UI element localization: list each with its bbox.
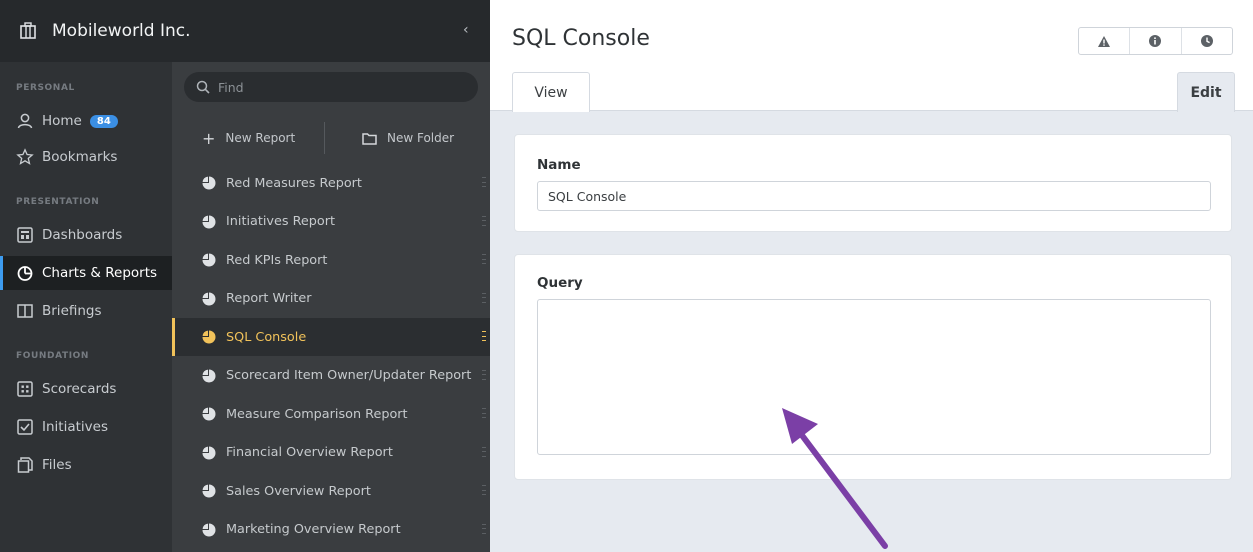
report-item[interactable]: Sales Overview Report xyxy=(172,472,490,510)
folder-icon xyxy=(362,132,377,145)
building-icon xyxy=(18,21,38,41)
report-item[interactable]: Red KPIs Report xyxy=(172,241,490,279)
plus-icon: + xyxy=(202,128,216,148)
nav-item-label: Bookmarks xyxy=(42,149,118,165)
nav-item-label: Home xyxy=(42,113,82,129)
reports-list-panel: Find + New Report New Folder Red Measure… xyxy=(172,62,490,552)
pie-chart-icon xyxy=(202,292,216,306)
new-report-label: New Report xyxy=(225,131,296,145)
new-folder-button[interactable]: New Folder xyxy=(362,131,454,145)
list-actions-bar: + New Report New Folder xyxy=(172,118,490,158)
query-label: Query xyxy=(537,275,583,291)
nav-item-label: Charts & Reports xyxy=(42,265,158,281)
nav-item-label: Dashboards xyxy=(42,227,123,243)
nav-item-label: Briefings xyxy=(42,303,102,319)
name-field[interactable] xyxy=(537,181,1211,211)
report-item-label: Measure Comparison Report xyxy=(226,406,408,422)
report-item[interactable]: Red Measures Report xyxy=(172,164,490,202)
report-item[interactable]: Scorecard Item Owner/Updater Report xyxy=(172,357,490,395)
nav-section-presentation: PRESENTATION xyxy=(16,197,100,207)
pie-chart-icon xyxy=(202,484,216,498)
pie-chart-icon xyxy=(202,523,216,537)
files-icon xyxy=(16,456,34,474)
nav-item-bookmarks[interactable]: Bookmarks xyxy=(0,140,172,174)
report-item-label: Financial Overview Report xyxy=(226,445,393,460)
pie-chart-icon xyxy=(202,330,216,344)
new-folder-label: New Folder xyxy=(387,131,455,145)
report-item-label: Red KPIs Report xyxy=(226,252,328,268)
drag-handle-icon[interactable] xyxy=(482,485,486,495)
report-item[interactable]: Report Writer xyxy=(172,280,490,318)
report-item[interactable]: Marketing Overview Report xyxy=(172,511,490,549)
org-name[interactable]: Mobileworld Inc. xyxy=(52,21,191,41)
pie-chart-icon xyxy=(202,446,216,460)
nav-section-personal: PERSONAL xyxy=(16,83,75,93)
pie-chart-icon xyxy=(202,407,216,421)
report-item-selected[interactable]: SQL Console xyxy=(172,318,490,356)
drag-handle-icon[interactable] xyxy=(482,523,486,534)
nav-item-label: Files xyxy=(42,457,72,473)
report-item[interactable]: Measure Comparison Report xyxy=(172,395,490,433)
annotation-arrow xyxy=(782,408,888,549)
pie-chart-icon xyxy=(202,369,216,383)
dashboard-icon xyxy=(16,226,34,244)
report-item-label: SQL Console xyxy=(226,329,307,345)
name-card: Name xyxy=(514,134,1232,232)
nav-item-briefings[interactable]: Briefings xyxy=(0,294,172,328)
pie-chart-icon xyxy=(202,215,216,229)
tab-edit[interactable]: Edit xyxy=(1177,72,1235,112)
nav-item-home[interactable]: Home 84 xyxy=(0,104,172,138)
nav-item-dashboards[interactable]: Dashboards xyxy=(0,218,172,252)
checkbox-icon xyxy=(16,418,34,436)
drag-handle-icon[interactable] xyxy=(482,408,486,418)
pie-chart-icon xyxy=(16,264,34,282)
info-icon[interactable] xyxy=(1129,28,1180,54)
nav-item-initiatives[interactable]: Initiatives xyxy=(0,410,172,444)
report-item-label: Scorecard Item Owner/Updater Report xyxy=(226,368,472,383)
nav-item-label: Initiatives xyxy=(42,419,108,435)
org-header: Mobileworld Inc. ‹ xyxy=(0,0,490,62)
nav-item-charts-reports[interactable]: Charts & Reports xyxy=(0,256,172,290)
drag-handle-icon[interactable] xyxy=(482,177,486,187)
star-icon xyxy=(16,148,34,166)
main-header: SQL Console View Edit xyxy=(490,0,1253,112)
scorecard-icon xyxy=(16,380,34,398)
nav-section-foundation: FOUNDATION xyxy=(16,351,90,361)
report-item-label: Initiatives Report xyxy=(226,214,336,229)
drag-handle-icon[interactable] xyxy=(482,254,486,264)
actions-divider xyxy=(324,122,325,154)
nav-item-scorecards[interactable]: Scorecards xyxy=(0,372,172,406)
pie-chart-icon xyxy=(202,253,216,267)
book-icon xyxy=(16,302,34,320)
new-report-button[interactable]: + New Report xyxy=(202,129,295,148)
collapse-sidebar-icon[interactable]: ‹ xyxy=(463,22,469,38)
report-item[interactable]: Financial Overview Report xyxy=(172,434,490,472)
tab-view[interactable]: View xyxy=(512,72,590,112)
report-item-label: Report Writer xyxy=(226,291,312,306)
report-item-label: Sales Overview Report xyxy=(226,483,371,499)
drag-handle-icon[interactable] xyxy=(482,446,486,457)
search-icon xyxy=(196,80,210,94)
header-icon-group xyxy=(1078,27,1233,55)
find-search-box[interactable]: Find xyxy=(184,72,478,102)
drag-handle-icon[interactable] xyxy=(482,369,486,380)
clock-icon[interactable] xyxy=(1180,28,1232,54)
drag-handle-icon[interactable] xyxy=(482,215,486,226)
pie-chart-icon xyxy=(202,176,216,190)
page-title: SQL Console xyxy=(512,26,650,51)
nav-item-files[interactable]: Files xyxy=(0,448,172,482)
report-item[interactable]: Initiatives Report xyxy=(172,203,490,241)
home-count-badge: 84 xyxy=(89,114,118,128)
report-item-label: Marketing Overview Report xyxy=(226,522,401,537)
drag-handle-icon[interactable] xyxy=(482,331,486,341)
drag-handle-icon[interactable] xyxy=(482,292,486,303)
search-placeholder: Find xyxy=(218,79,244,95)
user-icon xyxy=(16,112,34,130)
nav-item-label: Scorecards xyxy=(42,381,117,397)
report-item-label: Red Measures Report xyxy=(226,175,362,191)
warning-icon[interactable] xyxy=(1079,28,1129,54)
name-label: Name xyxy=(537,157,581,173)
